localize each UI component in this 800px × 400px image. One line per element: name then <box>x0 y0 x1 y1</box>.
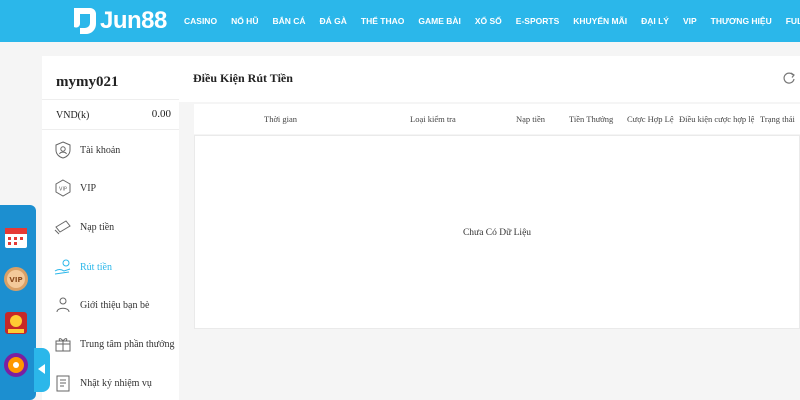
account-sidebar: mymy021 VND(k) 0.00 Tài khoản VIP VIP Nạ… <box>42 56 179 400</box>
sidebar-item-label: Rút tiền <box>80 261 112 273</box>
main-nav: CASINO NỔ HŨ BẮN CÁ ĐÁ GÀ THỂ THAO GAME … <box>184 0 800 42</box>
vip-medal-icon[interactable]: VIP <box>2 265 30 293</box>
nav-vip[interactable]: VIP <box>683 16 697 26</box>
referral-icon <box>54 296 72 314</box>
sidebar-item-account[interactable]: Tài khoản <box>42 135 179 165</box>
sidebar-item-vip[interactable]: VIP VIP <box>42 173 179 203</box>
col-time: Thời gian <box>264 114 298 124</box>
sidebar-item-label: Nhật ký nhiệm vụ <box>80 377 152 389</box>
col-check-type: Loại kiểm tra <box>410 114 456 124</box>
deposit-icon <box>54 218 72 236</box>
gift-icon <box>54 335 72 353</box>
rail-collapse-tab[interactable] <box>34 348 50 392</box>
nav-the-thao[interactable]: THỂ THAO <box>361 16 404 26</box>
nav-no-hu[interactable]: NỔ HŨ <box>231 16 258 26</box>
calendar-icon[interactable] <box>2 223 30 251</box>
col-bonus: Tiền Thưởng <box>569 114 614 124</box>
sidebar-item-referral[interactable]: Giới thiệu bạn bè <box>42 290 179 320</box>
sidebar-item-label: Trung tâm phần thưởng <box>80 338 175 350</box>
sidebar-item-label: Tài khoản <box>80 144 121 156</box>
lucky-wheel-icon[interactable] <box>2 351 30 379</box>
vip-badge-icon: VIP <box>54 179 72 197</box>
sidebar-item-label: VIP <box>80 182 97 194</box>
elephant-logo-icon <box>70 4 98 38</box>
top-navigation-bar: Jun88 CASINO NỔ HŨ BẮN CÁ ĐÁ GÀ THỂ THAO… <box>0 0 800 42</box>
withdraw-icon <box>54 258 72 276</box>
nav-dai-ly[interactable]: ĐẠI LÝ <box>641 16 669 26</box>
task-log-icon <box>54 374 72 392</box>
sidebar-item-label: Nạp tiền <box>80 221 115 233</box>
nav-ban-ca[interactable]: BẮN CÁ <box>272 16 305 26</box>
brand-logo[interactable]: Jun88 <box>70 4 167 38</box>
balance-currency: VND(k) <box>56 110 90 121</box>
sidebar-item-rewards-center[interactable]: Trung tâm phần thưởng <box>42 329 179 359</box>
table-body: Chưa Có Dữ Liệu <box>194 135 800 329</box>
nav-e-sports[interactable]: E-SPORTS <box>516 16 559 26</box>
balance-value: 0.00 <box>151 108 171 120</box>
user-shield-icon <box>54 141 72 159</box>
page-title: Điều Kiện Rút Tiền <box>193 71 293 85</box>
withdraw-conditions-panel: Điều Kiện Rút Tiền Thời gian Loại kiểm t… <box>179 56 800 400</box>
nav-xo-so[interactable]: XỔ SỐ <box>475 16 502 26</box>
floating-promo-rail: VIP <box>0 205 36 400</box>
nav-khuyen-mai[interactable]: KHUYẾN MÃI <box>573 16 627 26</box>
nav-da-ga[interactable]: ĐÁ GÀ <box>320 16 347 26</box>
col-deposit: Nạp tiền <box>516 114 546 124</box>
table-header: Thời gian Loại kiểm tra Nạp tiền Tiền Th… <box>194 104 800 134</box>
nav-full-hd[interactable]: FULL HD 18+ <box>786 16 800 26</box>
refresh-icon[interactable] <box>782 71 796 85</box>
col-valid-bet: Cược Hợp Lệ <box>627 114 674 124</box>
svg-text:VIP: VIP <box>59 187 67 193</box>
brand-name: Jun88 <box>100 7 167 34</box>
col-status: Trạng thái <box>760 114 795 124</box>
lucky-game-icon[interactable] <box>2 309 30 337</box>
sidebar-item-label: Giới thiệu bạn bè <box>80 299 150 311</box>
nav-game-bai[interactable]: GAME BÀI <box>418 16 461 26</box>
sidebar-item-withdraw[interactable]: Rút tiền <box>42 252 179 282</box>
chevron-left-icon <box>38 361 46 379</box>
col-valid-bet-condition: Điều kiện cược hợp lệ <box>679 114 755 124</box>
panel-header: Điều Kiện Rút Tiền <box>179 56 800 102</box>
nav-casino[interactable]: CASINO <box>184 16 217 26</box>
balance-row: VND(k) 0.00 <box>42 99 179 130</box>
empty-state-text: Chưa Có Dữ Liệu <box>462 228 532 238</box>
sidebar-item-task-log[interactable]: Nhật ký nhiệm vụ <box>42 368 179 398</box>
svg-text:VIP: VIP <box>9 276 22 284</box>
username: mymy021 <box>56 74 119 90</box>
nav-thuong-hieu[interactable]: THƯƠNG HIỆU <box>711 16 772 26</box>
sidebar-item-deposit[interactable]: Nạp tiền <box>42 212 179 242</box>
